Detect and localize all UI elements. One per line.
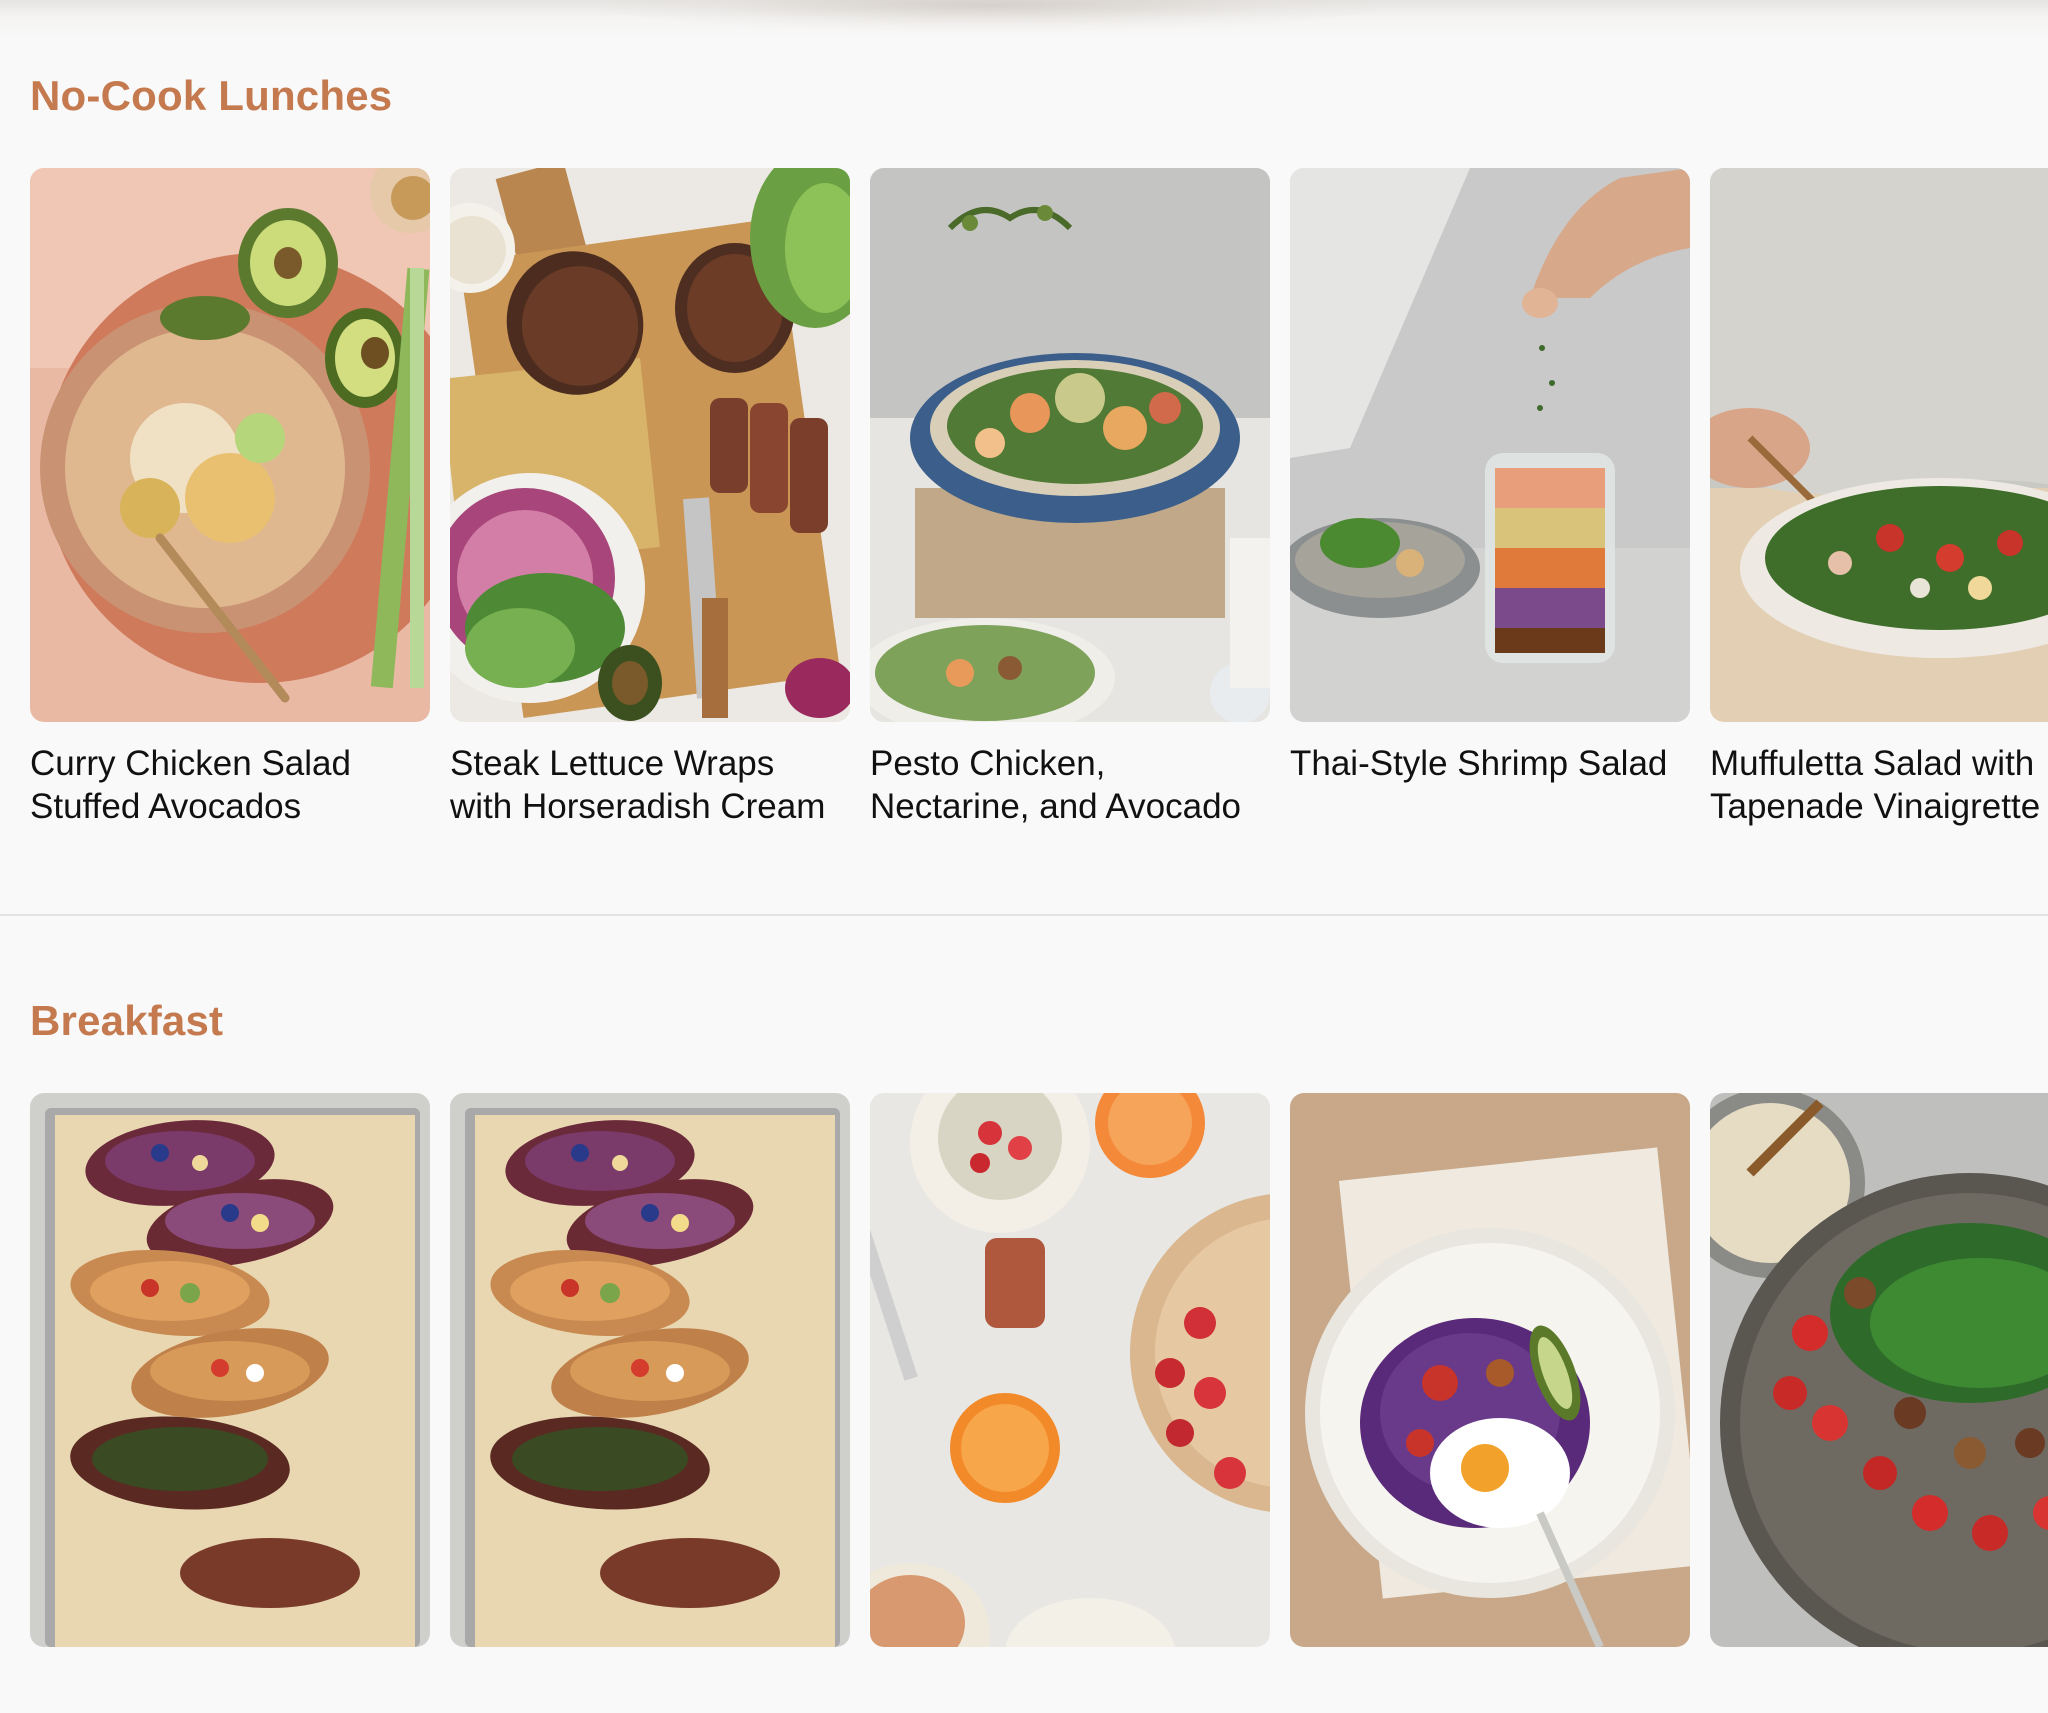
recipe-title[interactable]: Pesto Chicken, Nectarine, and Avocado	[870, 742, 1270, 828]
recipe-image[interactable]	[1290, 1093, 1690, 1647]
recipe-image[interactable]	[450, 1093, 850, 1647]
recipe-card[interactable]	[870, 1093, 1270, 1667]
recipe-image[interactable]	[30, 1093, 430, 1647]
thai-shrimp-salad-photo	[1290, 168, 1690, 722]
recipe-card[interactable]	[450, 1093, 850, 1667]
recipe-card[interactable]: Thai-Style Shrimp Salad	[1290, 168, 1690, 785]
recipe-carousel[interactable]: Curry Chicken Salad Stuffed Avocados Ste…	[30, 168, 2048, 826]
recipe-card[interactable]	[1710, 1093, 2048, 1667]
muffuletta-salad-photo	[1710, 168, 2048, 722]
top-banner-fade	[0, 0, 2048, 40]
recipe-card[interactable]	[30, 1093, 430, 1667]
recipe-image[interactable]	[870, 1093, 1270, 1647]
recipe-title[interactable]: Steak Lettuce Wraps with Horseradish Cre…	[450, 742, 850, 828]
recipe-image[interactable]	[1290, 168, 1690, 722]
curry-chicken-salad-photo	[30, 168, 430, 722]
strawberry-breakfast-photo	[870, 1093, 1270, 1647]
recipe-image[interactable]	[30, 168, 430, 722]
recipe-image[interactable]	[450, 168, 850, 722]
recipe-title[interactable]: Muffuletta Salad with Tapenade Vinaigret…	[1710, 742, 2048, 828]
recipe-card[interactable]: Steak Lettuce Wraps with Horseradish Cre…	[450, 168, 850, 828]
recipe-card[interactable]: Muffuletta Salad with Tapenade Vinaigret…	[1710, 168, 2048, 828]
stuffed-sweet-potatoes-photo	[30, 1093, 430, 1647]
recipe-image[interactable]	[1710, 1093, 2048, 1647]
purple-hash-egg-photo	[1290, 1093, 1690, 1647]
recipe-card[interactable]	[1290, 1093, 1690, 1667]
stuffed-sweet-potatoes-photo	[450, 1093, 850, 1647]
section-title: Breakfast	[30, 997, 224, 1044]
steak-lettuce-wraps-photo	[450, 168, 850, 722]
recipe-card[interactable]: Pesto Chicken, Nectarine, and Avocado	[870, 168, 1270, 828]
recipe-title[interactable]: Thai-Style Shrimp Salad	[1290, 742, 1690, 785]
recipe-image[interactable]	[870, 168, 1270, 722]
banner-image-edge	[600, 0, 1380, 32]
pesto-chicken-photo	[870, 168, 1270, 722]
recipe-carousel[interactable]	[30, 1093, 2048, 1713]
recipe-image[interactable]	[1710, 168, 2048, 722]
section-divider	[0, 914, 2048, 916]
skillet-breakfast-photo	[1710, 1093, 2048, 1647]
section-title: No-Cook Lunches	[30, 72, 393, 119]
recipe-card[interactable]: Curry Chicken Salad Stuffed Avocados	[30, 168, 430, 828]
recipe-title[interactable]: Curry Chicken Salad Stuffed Avocados	[30, 742, 430, 828]
